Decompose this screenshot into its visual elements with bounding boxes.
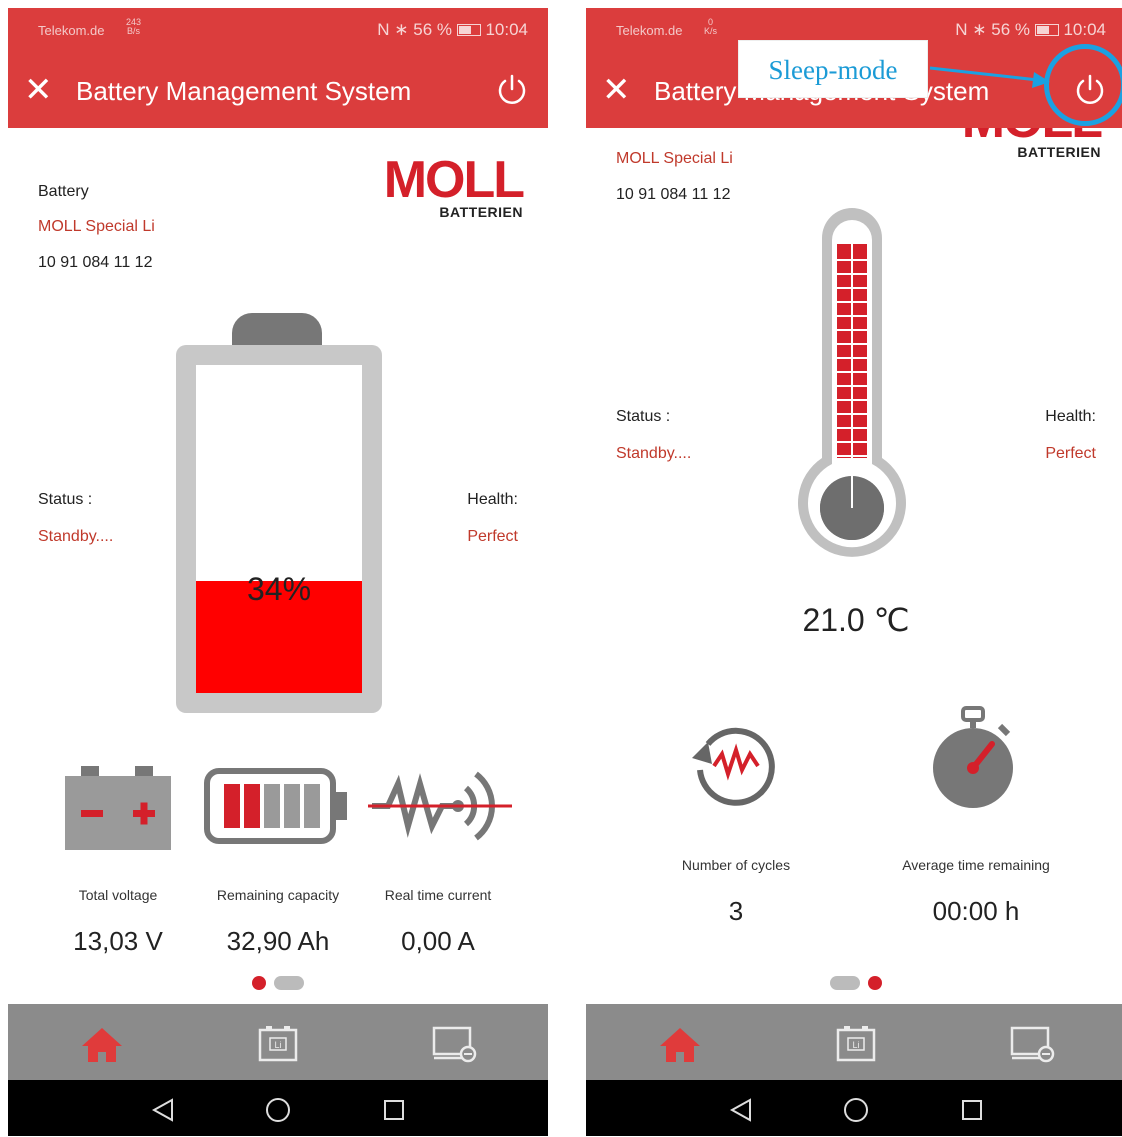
clock: 10:04 — [1063, 20, 1106, 39]
metric-value-cycles: 3 — [728, 896, 744, 926]
metric-label-current: Real time current — [384, 887, 492, 903]
page-dot-active[interactable] — [252, 975, 266, 990]
metric-label-cycles: Number of cycles — [681, 857, 791, 873]
back-icon[interactable] — [150, 1096, 178, 1124]
metric-value-current: 0,00 A — [401, 926, 475, 956]
clock: 10:04 — [485, 20, 528, 39]
page-dot-inactive[interactable] — [830, 975, 860, 990]
car-battery-icon — [65, 766, 171, 850]
status-right-group: N ∗ 56 % 10:04 — [955, 20, 1106, 40]
health-value: Perfect — [1045, 445, 1096, 462]
battery-percent: 56 % — [991, 20, 1030, 39]
logo-word: MOLL — [383, 151, 525, 209]
carrier-name: Telekom.de — [616, 23, 683, 38]
power-icon[interactable] — [494, 72, 530, 108]
metric-label-capacity: Remaining capacity — [216, 887, 340, 903]
sleep-mode-callout: Sleep-mode — [738, 40, 928, 98]
logo-word: MOLL — [962, 128, 1103, 146]
status-label: Status : — [616, 408, 671, 425]
current-wave-icon — [368, 771, 512, 841]
battery-serial: 10 91 084 11 12 — [38, 254, 153, 271]
metric-value-time-remaining: 00:00 h — [932, 896, 1020, 926]
bottom-tab-bar: Li — [8, 1004, 548, 1080]
battery-model: MOLL Special Li — [616, 150, 733, 167]
status-value: Standby.... — [38, 528, 114, 545]
system-nav-bar — [8, 1080, 548, 1136]
health-label: Health: — [467, 491, 518, 508]
net-speed: 243 B/s — [126, 17, 142, 36]
logo-subtitle: BATTERIEN — [439, 204, 523, 220]
page-indicator[interactable] — [8, 974, 548, 992]
net-speed: 0 K/s — [704, 17, 718, 36]
temperature-value: 21.0 ℃ — [802, 602, 910, 638]
battery-status-icon — [1034, 24, 1059, 36]
home-circle-icon[interactable] — [264, 1096, 292, 1124]
thermometer-icon — [798, 208, 906, 557]
metric-label-time-remaining: Average time remaining — [902, 857, 1050, 873]
app-title: Battery Management System — [76, 76, 412, 106]
back-icon[interactable] — [728, 1096, 756, 1124]
status-value: Standby.... — [616, 445, 692, 462]
metric-value-voltage: 13,03 V — [73, 926, 163, 956]
metric-label-voltage: Total voltage — [78, 887, 158, 903]
svg-text:Li: Li — [274, 1040, 281, 1050]
battery-level-icon — [204, 768, 347, 844]
battery-percent: 56 % — [413, 20, 452, 39]
battery-gauge-inner: 34% — [196, 365, 362, 693]
page-indicator[interactable] — [586, 974, 1122, 992]
battery-gauge: 34% — [176, 313, 382, 713]
device-settings-icon[interactable] — [1008, 1024, 1056, 1064]
status-bar: Telekom.de 243 B/s N ∗ 56 % 10:04 — [8, 8, 548, 54]
status-right-group: N ∗ 56 % 10:04 — [377, 20, 528, 40]
home-icon[interactable] — [656, 1024, 704, 1064]
device-settings-icon[interactable] — [430, 1024, 478, 1064]
close-icon[interactable]: ✕ — [24, 70, 53, 110]
page-dot-active[interactable] — [868, 975, 882, 990]
health-value: Perfect — [467, 528, 518, 545]
screen-temperature-cycles: Telekom.de 0 K/s N ∗ 56 % 10:04 ✕ Batter… — [586, 8, 1122, 1136]
logo-subtitle: BATTERIEN — [1017, 144, 1101, 160]
moll-logo: MOLL BATTERIEN — [941, 128, 1103, 162]
battery-status-icon — [456, 24, 481, 36]
moll-logo: MOLL BATTERIEN — [363, 151, 525, 222]
nfc-bluetooth-icon: N ∗ — [955, 20, 987, 39]
svg-text:Li: Li — [852, 1040, 859, 1050]
battery-gauge-body: 34% — [176, 345, 382, 713]
recents-icon[interactable] — [958, 1096, 986, 1124]
overview-content: Battery MOLL Special Li 10 91 084 11 12 … — [8, 128, 548, 1004]
home-icon[interactable] — [78, 1024, 126, 1064]
battery-li-icon[interactable]: Li — [832, 1024, 880, 1064]
home-circle-icon[interactable] — [842, 1096, 870, 1124]
bottom-tab-bar: Li — [586, 1004, 1122, 1080]
system-nav-bar — [586, 1080, 1122, 1136]
screen-battery-overview: Telekom.de 243 B/s N ∗ 56 % 10:04 ✕ Batt… — [8, 8, 548, 1136]
battery-model: MOLL Special Li — [38, 218, 155, 235]
metric-value-capacity: 32,90 Ah — [226, 926, 330, 956]
nfc-bluetooth-icon: N ∗ — [377, 20, 409, 39]
health-label: Health: — [1045, 408, 1096, 425]
battery-label: Battery — [38, 183, 89, 200]
battery-serial: 10 91 084 11 12 — [616, 186, 731, 203]
battery-li-icon[interactable]: Li — [254, 1024, 302, 1064]
sleep-mode-arrow — [929, 66, 1050, 88]
recents-icon[interactable] — [380, 1096, 408, 1124]
status-label: Status : — [38, 491, 93, 508]
page-dot-inactive[interactable] — [274, 975, 304, 990]
sleep-mode-highlight-ring — [1044, 44, 1122, 126]
battery-percent-text: 34% — [246, 571, 312, 607]
carrier-name: Telekom.de — [38, 23, 105, 38]
close-icon[interactable]: ✕ — [602, 70, 631, 110]
app-bar: ✕ Battery Management System — [8, 54, 548, 128]
cycle-icon — [692, 727, 775, 806]
temperature-content: MOLL Special Li 10 91 084 11 12 MOLL BAT… — [586, 128, 1122, 1004]
stopwatch-icon — [933, 706, 1013, 808]
